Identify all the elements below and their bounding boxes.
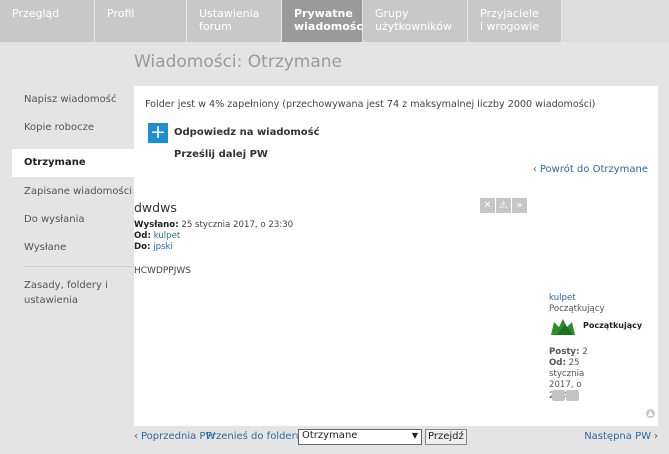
warning-icon[interactable]: ⚠	[496, 198, 511, 213]
tab-friends-foes[interactable]: Przyjaciele i wrogowie	[468, 0, 562, 42]
sidebar-item-outbox[interactable]: Do wysłania	[12, 212, 134, 227]
sidebar-item-label: Wysłane	[24, 242, 67, 253]
email-icon[interactable]	[566, 390, 579, 401]
previous-pm-link[interactable]: ‹ Poprzednia PW	[134, 431, 215, 442]
folder-select-value: Otrzymane	[302, 430, 358, 441]
author-name-link[interactable]: kulpet	[549, 293, 576, 303]
to-user-link[interactable]: jpski	[153, 242, 173, 252]
sidebar-item-label: Kopie robocze	[24, 122, 95, 133]
go-button[interactable]: Przejdź	[425, 429, 467, 445]
sent-date: 25 stycznia 2017, o 23:30	[181, 220, 294, 230]
chat-icon[interactable]	[552, 390, 565, 401]
move-to-folder-label: Przenieś do folderu:	[206, 431, 306, 442]
sidebar-item-drafts[interactable]: Kopie robocze	[12, 120, 134, 135]
sidebar-item-compose[interactable]: Napisz wiadomość	[12, 92, 134, 107]
back-to-inbox-link[interactable]: ‹ Powrót do Otrzymane	[533, 164, 648, 175]
sidebar-divider	[24, 266, 134, 267]
sidebar-item-saved[interactable]: Zapisane wiadomości	[12, 184, 134, 199]
sent-label: Wysłano:	[134, 220, 179, 230]
sidebar-item-label: Do wysłania	[24, 214, 85, 225]
forward-button[interactable]: Prześlij dalej PW	[174, 149, 268, 160]
tab-label: Grupy użytkowników	[375, 7, 453, 33]
tab-user-groups[interactable]: Grupy użytkowników	[363, 0, 468, 42]
sidebar-item-label: Zasady, foldery i ustawienia	[24, 280, 108, 306]
message-actions: ✕ ⚠»	[480, 198, 528, 217]
from-label: Od:	[134, 231, 151, 241]
tab-label: Przyjaciele i wrogowie	[480, 7, 540, 33]
next-pm-label: Następna PW	[584, 431, 651, 442]
folder-usage-info: Folder jest w 4% zapełniony (przechowywa…	[145, 99, 596, 110]
next-pm-link[interactable]: Następna PW ›	[584, 431, 658, 442]
message-sent: Wysłano: 25 stycznia 2017, o 23:30	[134, 220, 293, 230]
sidebar-item-label: Napisz wiadomość	[24, 94, 117, 105]
tab-overview[interactable]: Przegląd	[0, 0, 95, 42]
message-subject: dwdws	[134, 200, 177, 215]
sidebar-item-label: Zapisane wiadomości	[24, 186, 133, 197]
tab-forum-settings[interactable]: Ustawienia forum	[187, 0, 282, 42]
author-contact-icons	[552, 390, 580, 401]
message-panel: Folder jest w 4% zapełniony (przechowywa…	[134, 86, 658, 426]
chevron-left-icon: ‹	[532, 164, 537, 175]
scroll-top-icon[interactable]: ▲	[646, 409, 655, 418]
previous-pm-label: Poprzednia PW	[141, 431, 216, 442]
reply-button[interactable]: Odpowiedz na wiadomość	[174, 127, 320, 138]
chevron-down-icon: ▼	[411, 431, 418, 440]
author-rank: Początkujący	[549, 304, 605, 314]
from-user-link[interactable]: kulpet	[154, 231, 181, 241]
sidebar-item-rules-folders-settings[interactable]: Zasady, foldery i ustawienia	[12, 278, 124, 308]
message-from: Od: kulpet	[134, 231, 180, 241]
author-profile: kulpet Początkujący Początkujący Posty: …	[549, 293, 642, 401]
joined-label: Od:	[549, 358, 566, 368]
tab-label: Profil	[107, 7, 135, 20]
sidebar-item-inbox[interactable]: Otrzymane	[12, 149, 134, 177]
tab-label: Przegląd	[12, 7, 60, 20]
bottom-navigation: ‹ Poprzednia PW Przenieś do folderu: Otrz…	[134, 429, 658, 445]
rank-badge-icon	[551, 319, 575, 335]
tab-label: Ustawienia forum	[199, 7, 260, 33]
back-link-label: Powrót do Otrzymane	[539, 164, 648, 175]
plus-icon[interactable]: +	[148, 123, 168, 143]
forward-icon[interactable]: »	[512, 198, 527, 213]
tab-profile[interactable]: Profil	[95, 0, 187, 42]
message-to: Do: jpski	[134, 242, 173, 252]
sidebar-item-sent[interactable]: Wysłane	[12, 240, 134, 255]
author-posts: Posty: 2	[549, 347, 588, 358]
chevron-left-icon: ‹	[134, 431, 138, 442]
top-tabs: Przegląd Profil Ustawienia forum Prywatn…	[0, 0, 669, 42]
message-body: HCWDPPJWS	[134, 266, 192, 276]
close-icon[interactable]: ✕	[480, 198, 495, 213]
rank-badge-label: Początkujący	[583, 321, 643, 330]
folder-select[interactable]: Otrzymane ▼	[298, 429, 422, 445]
tab-private-messages[interactable]: Prywatne wiadomości	[282, 0, 367, 42]
tab-label: Prywatne wiadomości	[294, 7, 367, 33]
page-title: Wiadomości: Otrzymane	[134, 52, 343, 72]
sidebar-item-label: Otrzymane	[24, 157, 86, 168]
to-label: Do:	[134, 242, 151, 252]
posts-count: 2	[582, 347, 588, 357]
chevron-right-icon: ›	[654, 431, 658, 442]
posts-label: Posty:	[549, 347, 580, 357]
